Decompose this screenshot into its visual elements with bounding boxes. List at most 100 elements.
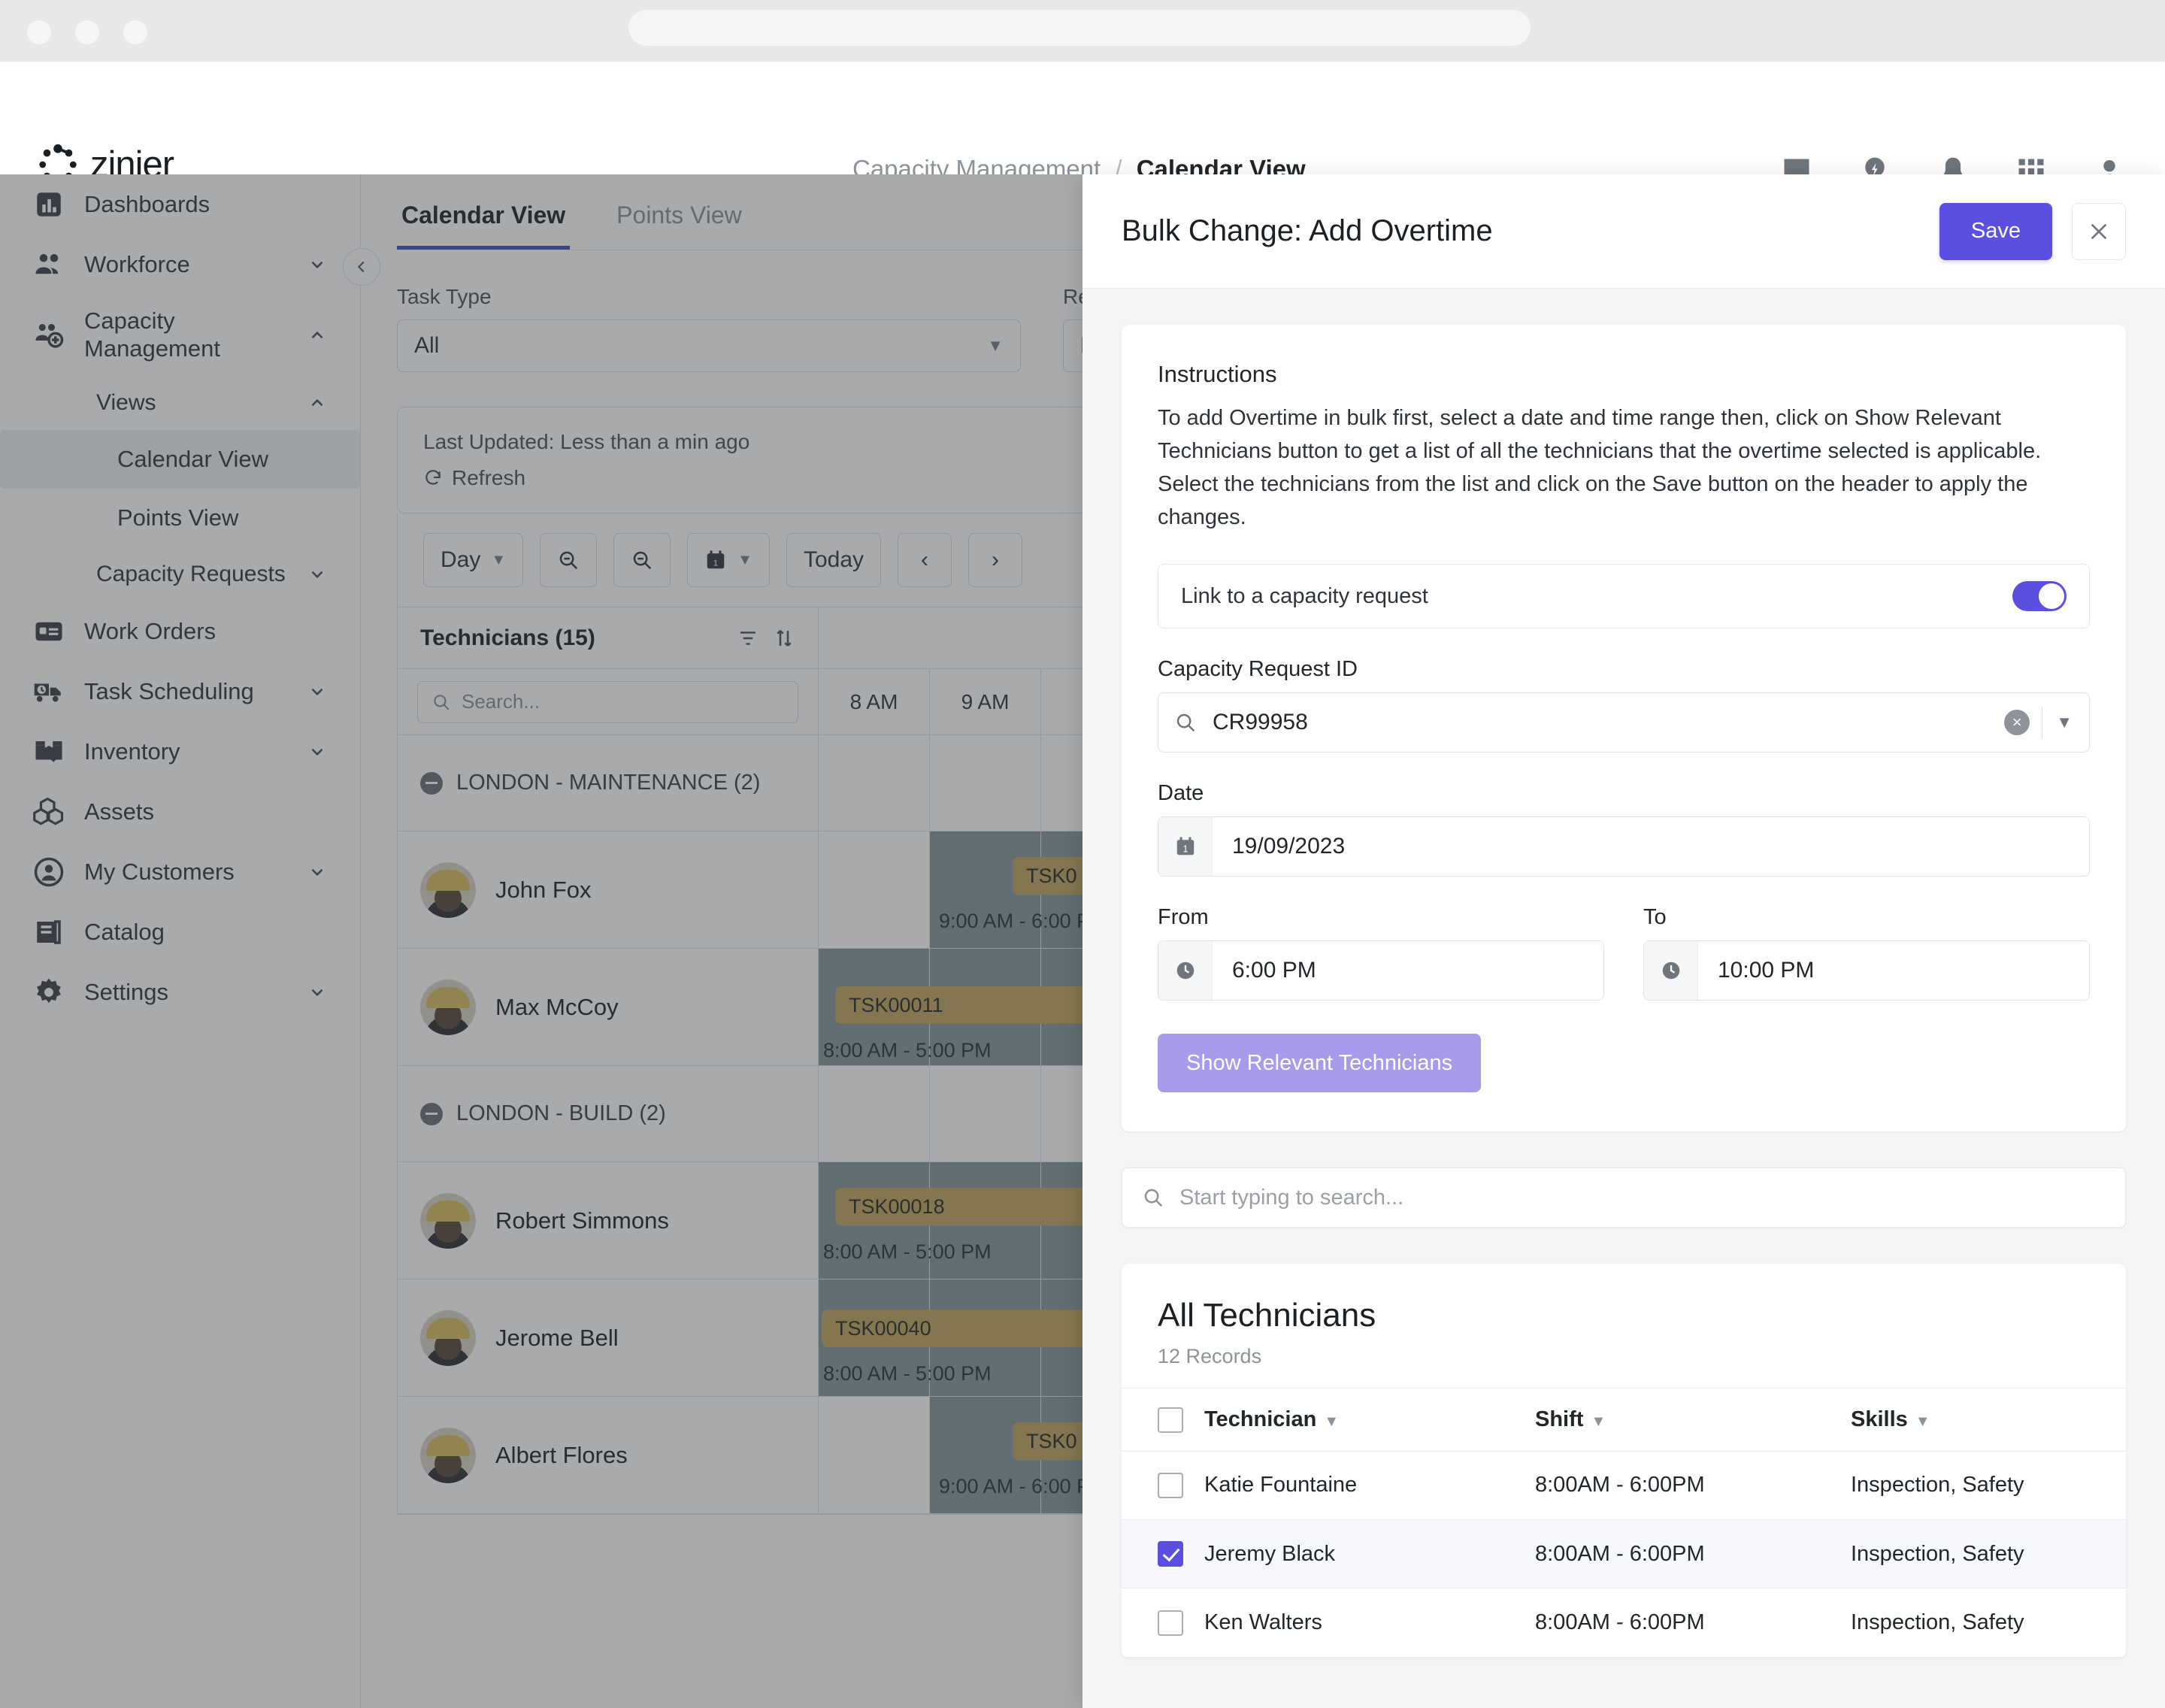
avatar [420, 1427, 476, 1483]
url-bar[interactable] [628, 10, 1531, 46]
sidebar-item-dashboards[interactable]: Dashboards [0, 174, 360, 235]
from-label: From [1158, 905, 1209, 930]
date-picker-button[interactable]: 1 ▼ [687, 533, 770, 587]
chevron-down-icon: ▼ [1915, 1413, 1930, 1430]
sidebar-item-settings[interactable]: Settings [0, 962, 360, 1022]
close-drawer-button[interactable] [2072, 202, 2126, 260]
zoom-out-button[interactable] [540, 533, 598, 587]
sidebar-item-capacity-requests[interactable]: Capacity Requests [0, 547, 360, 601]
task-type-value: All [414, 333, 440, 358]
close-window-dot[interactable] [27, 20, 51, 44]
inventory-icon [35, 741, 62, 762]
link-capacity-request-row[interactable]: Link to a capacity request [1158, 564, 2090, 629]
tab-points-view[interactable]: Points View [612, 192, 746, 250]
avatar [420, 862, 476, 918]
technician-row[interactable]: Albert Flores [398, 1397, 818, 1514]
sidebar-item-capacity-management[interactable]: Capacity Management [0, 295, 360, 376]
chevron-down-icon: ▼ [1324, 1413, 1340, 1430]
sidebar-item-label: Dashboards [84, 190, 210, 217]
clear-icon[interactable]: × [2004, 710, 2030, 736]
technician-row[interactable]: Jerome Bell [398, 1279, 818, 1397]
today-button[interactable]: Today [786, 533, 882, 587]
chevron-down-icon[interactable]: ▼ [2056, 713, 2073, 732]
task-type-select[interactable]: All ▼ [397, 319, 1021, 372]
technician-name: John Fox [495, 876, 592, 903]
table-row[interactable]: Ken Walters 8:00AM - 6:00PM Inspection, … [1122, 1588, 2126, 1658]
row-checkbox[interactable] [1158, 1610, 1183, 1636]
calendar-icon: 1 [707, 550, 725, 569]
sidebar-item-assets[interactable]: Assets [0, 782, 360, 842]
prev-period-button[interactable]: ‹ [898, 533, 952, 587]
technician-row[interactable]: Max McCoy [398, 949, 818, 1066]
select-all-checkbox[interactable] [1158, 1407, 1183, 1433]
assets-icon [33, 797, 64, 825]
show-relevant-technicians-button[interactable]: Show Relevant Technicians [1158, 1034, 1482, 1093]
sidebar-item-task-scheduling[interactable]: Task Scheduling [0, 662, 360, 722]
clock-icon [1644, 941, 1698, 1001]
search-icon [434, 694, 450, 710]
sidebar-item-calendar-view[interactable]: Calendar View [0, 430, 360, 489]
sidebar-item-my-customers[interactable]: My Customers [0, 842, 360, 902]
column-header-skills[interactable]: Skills ▼ [1851, 1389, 2126, 1451]
sidebar-item-points-view[interactable]: Points View [0, 489, 360, 547]
range-select-day[interactable]: Day ▼ [423, 533, 524, 587]
capacity-icon [35, 323, 64, 348]
sidebar-collapse-button[interactable] [343, 248, 380, 286]
sort-icon[interactable] [773, 627, 795, 650]
technician-group-row[interactable]: LONDON - BUILD (2) [398, 1066, 818, 1162]
sidebar-item-label: Points View [117, 504, 239, 531]
traffic-lights [27, 20, 147, 44]
technician-search-wrap: Search... [398, 669, 818, 735]
svg-text:1: 1 [1182, 844, 1188, 855]
range-label: Day [441, 547, 481, 572]
technician-search-input[interactable]: Search... [417, 680, 798, 723]
sidebar-item-views[interactable]: Views [0, 376, 360, 430]
capacity-request-id-field[interactable]: CR99958 × ▼ [1158, 692, 2090, 753]
save-button[interactable]: Save [1939, 202, 2052, 260]
technician-name: Max McCoy [495, 993, 619, 1020]
from-time-field[interactable]: 6:00 PM [1158, 940, 1604, 1001]
zoom-in-button[interactable] [613, 533, 671, 587]
sidebar-item-label: Capacity Requests [96, 562, 286, 587]
technician-row[interactable]: John Fox [398, 831, 818, 949]
next-period-button[interactable]: › [968, 533, 1023, 587]
chevron-down-icon [311, 261, 323, 269]
work-orders-icon [35, 622, 62, 641]
link-capacity-request-toggle[interactable] [2012, 581, 2067, 612]
zoom-out-icon [633, 551, 652, 570]
sidebar-item-work-orders[interactable]: Work Orders [0, 601, 360, 662]
collapse-group-icon [420, 771, 443, 795]
chevron-down-icon: ▼ [1591, 1413, 1606, 1430]
search-icon [1158, 693, 1213, 752]
to-field-group: To 10:00 PM [1643, 877, 2090, 1001]
minimize-window-dot[interactable] [75, 20, 99, 44]
sidebar-item-catalog[interactable]: Catalog [0, 902, 360, 962]
column-header-technician[interactable]: Technician ▼ [1204, 1389, 1535, 1451]
dashboard-icon [37, 192, 61, 217]
technician-group-row[interactable]: LONDON - MAINTENANCE (2) [398, 735, 818, 831]
date-field[interactable]: 1 19/09/2023 [1158, 816, 2090, 877]
app-topbar: zinier Capacity Management / Calendar Vi… [0, 62, 2165, 186]
drawer-title: Bulk Change: Add Overtime [1122, 214, 1493, 247]
drawer-body: Instructions To add Overtime in bulk fir… [1082, 289, 2165, 1708]
filter-icon[interactable] [737, 627, 759, 650]
all-technicians-card: All Technicians 12 Records Technician ▼ S… [1122, 1264, 2126, 1658]
calendar-icon: 1 [1158, 817, 1213, 877]
row-checkbox[interactable] [1158, 1473, 1183, 1498]
sidebar-item-label: Settings [84, 978, 169, 1005]
maximize-window-dot[interactable] [123, 20, 147, 44]
time-tick: 9 AM [930, 669, 1041, 734]
sidebar-item-inventory[interactable]: Inventory [0, 722, 360, 782]
row-checkbox[interactable] [1158, 1541, 1183, 1567]
to-time-field[interactable]: 10:00 PM [1643, 940, 2090, 1001]
technician-row[interactable]: Robert Simmons [398, 1162, 818, 1279]
tab-calendar-view[interactable]: Calendar View [397, 192, 571, 250]
shift-time-label: 8:00 AM - 5:00 PM [823, 1039, 992, 1061]
table-row[interactable]: Katie Fountaine 8:00AM - 6:00PM Inspecti… [1122, 1451, 2126, 1521]
instructions-card: Instructions To add Overtime in bulk fir… [1122, 325, 2126, 1132]
column-label: Shift [1535, 1407, 1584, 1431]
column-header-shift[interactable]: Shift ▼ [1535, 1389, 1851, 1451]
technician-search-field[interactable]: Start typing to search... [1122, 1167, 2126, 1228]
table-row[interactable]: Jeremy Black 8:00AM - 6:00PM Inspection,… [1122, 1519, 2126, 1589]
sidebar-item-workforce[interactable]: Workforce [0, 235, 360, 295]
